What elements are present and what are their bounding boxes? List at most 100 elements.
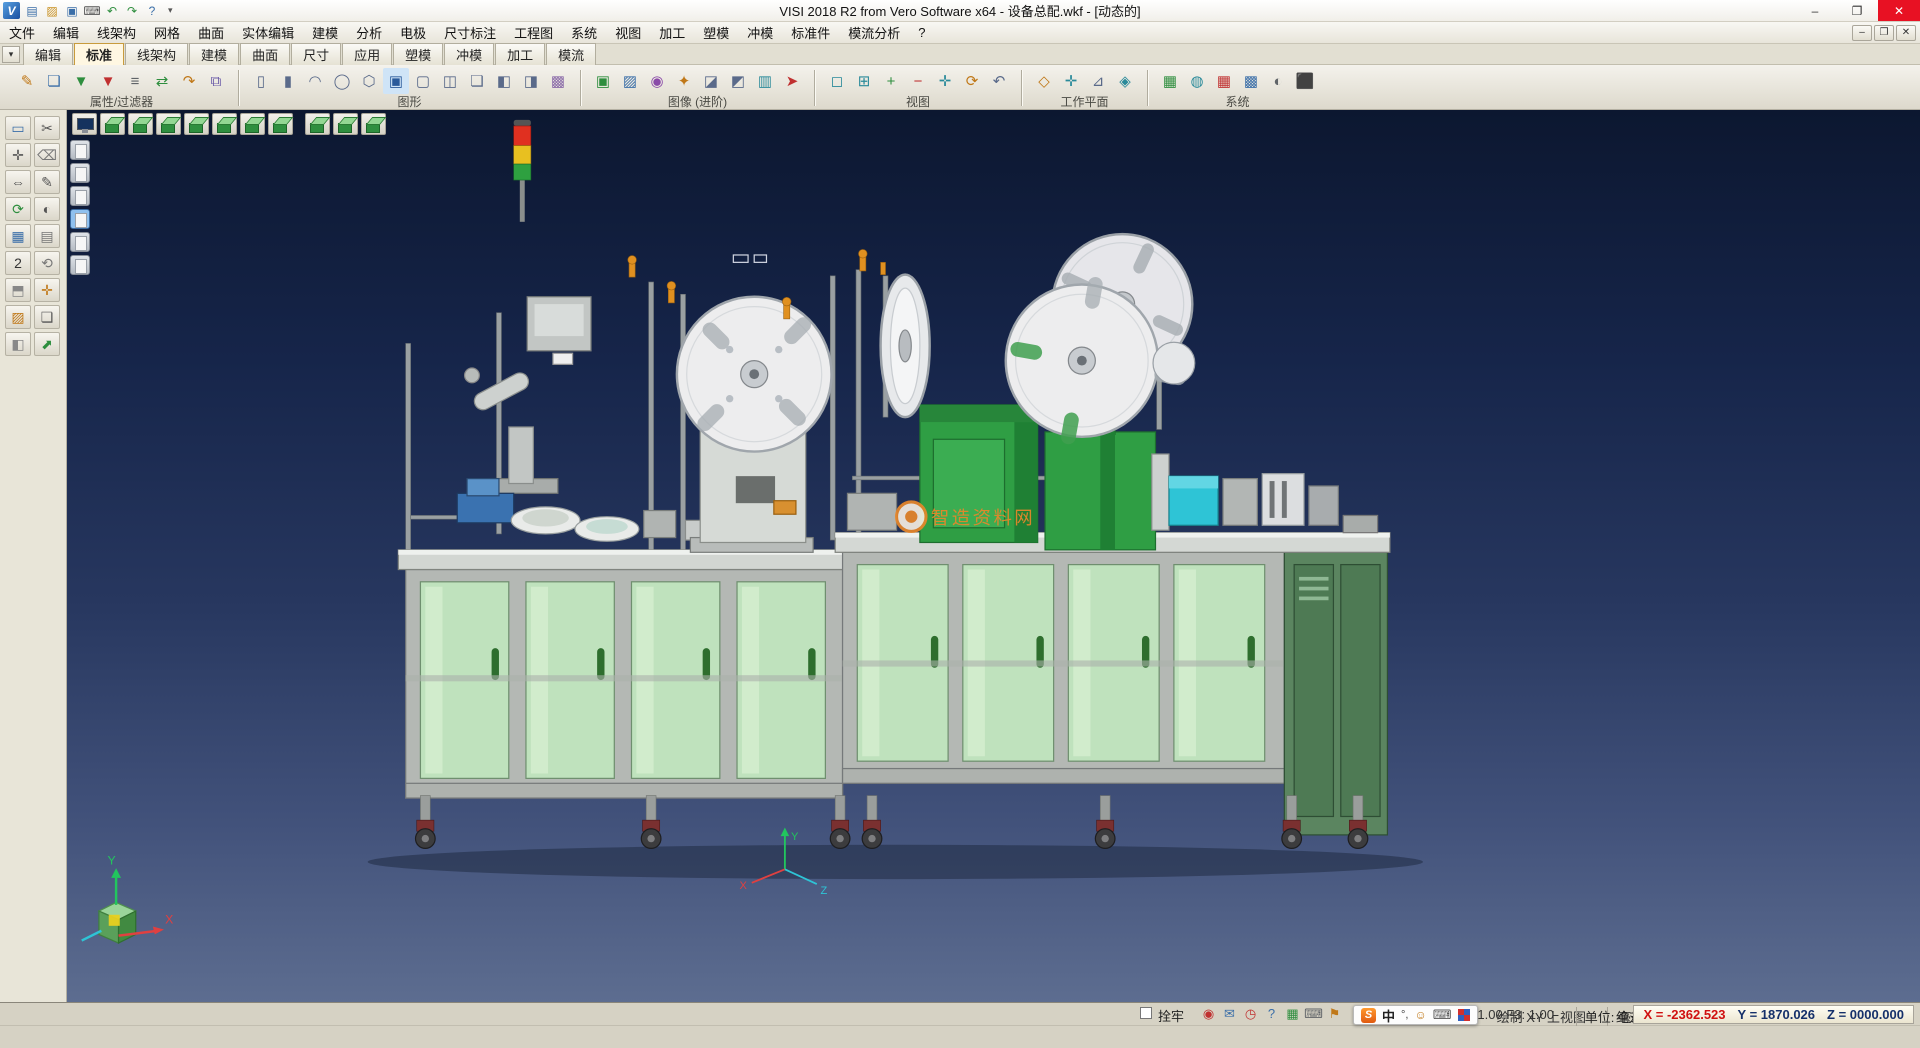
menu-item[interactable]: 建模 — [303, 21, 347, 44]
menu-item[interactable]: 编辑 — [44, 21, 88, 44]
circle-style-icon[interactable]: ◯ — [329, 68, 355, 94]
profile-icon[interactable]: ⬡ — [356, 68, 382, 94]
shade-mode-icon[interactable]: ▣ — [383, 68, 409, 94]
move-icon[interactable]: ⇔ — [5, 170, 31, 194]
hidden-line-icon[interactable]: ◫ — [437, 68, 463, 94]
view-monitor-icon[interactable] — [72, 113, 97, 135]
toolbar-tab[interactable]: 线架构 — [125, 43, 188, 66]
menu-item[interactable]: ? — [909, 23, 934, 42]
wireframe-icon[interactable]: ▢ — [410, 68, 436, 94]
ime-logo-icon[interactable]: S — [1361, 1008, 1376, 1023]
tab-overflow-icon[interactable]: ▾ — [2, 46, 20, 63]
animation-icon[interactable]: ➤ — [779, 68, 805, 94]
view-dimetric-icon[interactable] — [333, 113, 358, 135]
menu-item[interactable]: 电极 — [391, 21, 435, 44]
calculator-icon[interactable]: ▩ — [1238, 68, 1264, 94]
color-edit-icon[interactable]: ▩ — [545, 68, 571, 94]
toolbar-tab[interactable]: 编辑 — [23, 43, 73, 66]
zoom-out-icon[interactable]: − — [905, 68, 931, 94]
record-icon[interactable]: ◉ — [1200, 1005, 1217, 1022]
view-dynamic-icon[interactable] — [361, 113, 386, 135]
hatch-icon[interactable]: ▨ — [5, 305, 31, 329]
mirror-icon[interactable]: ◐ — [34, 197, 60, 221]
redo-icon[interactable]: ↷ — [123, 2, 141, 20]
arc-style-icon[interactable]: ◠ — [302, 68, 328, 94]
clock-icon[interactable]: ◷ — [1242, 1005, 1259, 1022]
link-filter-icon[interactable]: ⧉ — [203, 68, 229, 94]
clipboard-view-icon-active[interactable] — [70, 209, 90, 229]
maximize-button[interactable]: ❐ — [1836, 0, 1878, 21]
clipboard-view-icon[interactable] — [70, 255, 90, 275]
left-bench[interactable] — [398, 550, 850, 798]
menu-item[interactable]: 网格 — [145, 21, 189, 44]
clipboard-icon[interactable]: ❏ — [34, 305, 60, 329]
fill-icon[interactable]: ◧ — [5, 332, 31, 356]
ime-lang-indicator[interactable]: 中 — [1382, 1006, 1395, 1025]
view-axonometric-icon[interactable] — [305, 113, 330, 135]
flag-icon[interactable]: ⚑ — [1326, 1005, 1343, 1022]
clipboard-view-icon[interactable] — [70, 186, 90, 206]
mail-icon[interactable]: ✉ — [1221, 1005, 1238, 1022]
save-icon[interactable]: ▣ — [63, 2, 81, 20]
control-box[interactable] — [527, 297, 591, 365]
rotate-view-icon[interactable]: ⟳ — [959, 68, 985, 94]
view-front-icon[interactable] — [184, 113, 209, 135]
menu-item[interactable]: 线架构 — [88, 21, 145, 44]
menu-item[interactable]: 加工 — [650, 21, 694, 44]
new-workplane-icon[interactable]: ✛ — [1058, 68, 1084, 94]
right-fixtures[interactable] — [1223, 474, 1338, 526]
menu-item[interactable]: 塑模 — [694, 21, 738, 44]
point-style-icon[interactable]: ▯ — [248, 68, 274, 94]
previous-view-icon[interactable]: ↶ — [986, 68, 1012, 94]
toolbar-tab[interactable]: 模流 — [546, 43, 596, 66]
keyboard-status-icon[interactable]: ⌨ — [1305, 1005, 1322, 1022]
view-left-icon[interactable] — [240, 113, 265, 135]
snap-point-icon[interactable]: ✛ — [5, 143, 31, 167]
app-logo-icon[interactable]: V — [3, 2, 20, 19]
construction-plane-icon[interactable]: ⬛ — [1292, 68, 1318, 94]
toolbar-tab[interactable]: 建模 — [189, 43, 239, 66]
rotate-icon[interactable]: ⟳ — [5, 197, 31, 221]
doc-minimize-button[interactable]: – — [1852, 25, 1872, 41]
joint-feeder[interactable] — [847, 493, 896, 530]
robot-arm[interactable] — [465, 368, 558, 493]
properties-edit-icon[interactable]: ✎ — [14, 68, 40, 94]
menu-item[interactable]: 视图 — [606, 21, 650, 44]
view-iso-icon[interactable] — [100, 113, 125, 135]
toolbar-tab[interactable]: 尺寸 — [291, 43, 341, 66]
apply-filter-icon[interactable]: ↷ — [176, 68, 202, 94]
edit-geometry-icon[interactable]: ✎ — [34, 170, 60, 194]
ime-toolbox-icon[interactable] — [1458, 1009, 1470, 1021]
clipboard-view-icon[interactable] — [70, 232, 90, 252]
toolbar-tab[interactable]: 塑模 — [393, 43, 443, 66]
pan-icon[interactable]: ✛ — [932, 68, 958, 94]
view-right-icon[interactable] — [268, 113, 293, 135]
menu-item[interactable]: 分析 — [347, 21, 391, 44]
help-status-icon[interactable]: ? — [1263, 1005, 1280, 1022]
trim-icon[interactable]: ✂ — [34, 116, 60, 140]
toolbar-tab[interactable]: 冲模 — [444, 43, 494, 66]
section-view-icon[interactable]: ▥ — [752, 68, 778, 94]
undo-step-icon[interactable]: ⟲ — [34, 251, 60, 275]
minimize-button[interactable]: – — [1794, 0, 1836, 21]
menu-item[interactable]: 标准件 — [782, 21, 839, 44]
axis-icon[interactable]: ✛ — [34, 278, 60, 302]
texture-icon[interactable]: ▨ — [617, 68, 643, 94]
toolbar-tab[interactable]: 标准 — [74, 43, 124, 66]
menu-item[interactable]: 尺寸标注 — [435, 21, 505, 44]
menu-item[interactable]: 系统 — [562, 21, 606, 44]
line-style-icon[interactable]: ▮ — [275, 68, 301, 94]
menu-item[interactable]: 模流分析 — [839, 21, 909, 44]
unblank-icon[interactable]: ◨ — [518, 68, 544, 94]
zoom-in-icon[interactable]: + — [878, 68, 904, 94]
globe-icon[interactable]: ◍ — [1184, 68, 1210, 94]
reel-middle[interactable] — [881, 275, 930, 418]
toolbar-tab[interactable]: 应用 — [342, 43, 392, 66]
doc-close-button[interactable]: ✕ — [1896, 25, 1916, 41]
casters[interactable] — [416, 796, 1368, 849]
layer-group-icon[interactable]: ❏ — [464, 68, 490, 94]
ime-emoji-icon[interactable]: ☺ — [1414, 1008, 1426, 1022]
blank-icon[interactable]: ◧ — [491, 68, 517, 94]
filter-off-icon[interactable]: ▼ — [95, 68, 121, 94]
feeder-table[interactable] — [457, 479, 712, 542]
